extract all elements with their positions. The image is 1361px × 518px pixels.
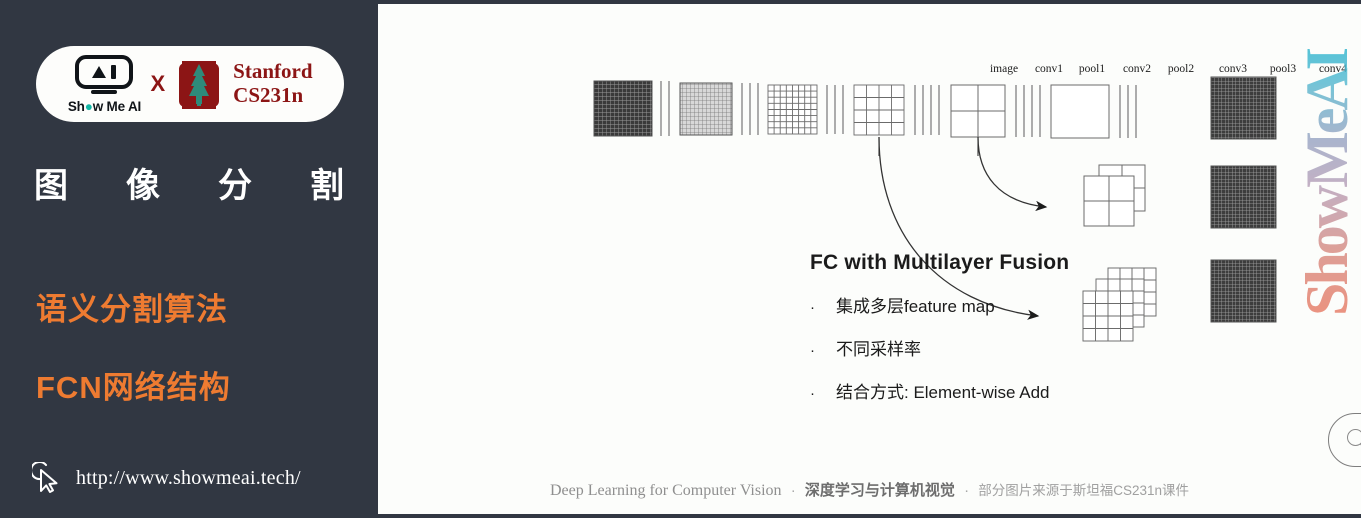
bullet-text: 不同采样率: [836, 340, 921, 359]
slide-root: Sh●w Me AI X Stanford CS231n 图 像 分 割 语义分…: [0, 0, 1361, 518]
layer-label-pool2: pool2: [1167, 63, 1195, 75]
footer-sep-1: ·: [790, 482, 796, 499]
website-url-label: http://www.showmeai.tech/: [76, 466, 301, 489]
showmeai-mark-icon: [75, 54, 134, 94]
stanford-line1: Stanford: [233, 59, 313, 84]
title-char-1: 像: [126, 167, 160, 205]
bullet-text: 集成多层feature map: [836, 297, 995, 316]
bullet-marker: ·: [810, 299, 815, 316]
page-title: 图 像 分 割: [34, 158, 344, 207]
layer-label-pool3: pool3: [1269, 63, 1297, 75]
bullet-text: 结合方式: Element-wise Add: [836, 383, 1050, 402]
layer-label-conv4: conv4: [1318, 63, 1348, 75]
cursor-icon: [29, 460, 62, 494]
stand-icon: [91, 89, 118, 94]
subtitle-secondary: FCN网络结构: [36, 370, 231, 405]
layer-label-conv1: conv1: [1034, 63, 1064, 75]
title-char-0: 图: [34, 167, 68, 205]
sidebar: Sh●w Me AI X Stanford CS231n 图 像 分 割 语义分…: [0, 0, 378, 518]
stanford-label: Stanford CS231n: [233, 60, 312, 107]
layer-label-conv2: conv2: [1122, 63, 1152, 75]
showmeai-logo-label: Sh●w Me AI: [67, 98, 142, 114]
footer-chinese-small: 部分图片来源于斯坦福CS231n课件: [978, 483, 1190, 498]
list-item: · 不同采样率: [810, 335, 1050, 360]
layer-label-image: image: [989, 63, 1019, 75]
bar-icon: [111, 64, 117, 79]
title-char-2: 分: [218, 167, 252, 205]
website-url-row[interactable]: http://www.showmeai.tech/: [29, 460, 301, 494]
bullet-list: · 集成多层feature map · 不同采样率 · 结合方式: Elemen…: [810, 292, 1050, 421]
layer-label-conv3: conv3: [1218, 63, 1248, 75]
bullet-marker: ·: [810, 342, 815, 359]
stanford-tree-icon: [174, 57, 224, 111]
caret-icon: [92, 65, 107, 78]
title-char-3: 割: [310, 167, 344, 205]
body-title: FC with Multilayer Fusion: [810, 251, 1070, 274]
list-item: · 结合方式: Element-wise Add: [810, 378, 1050, 403]
content-panel: image conv1 pool1 conv2 pool2 conv3 pool…: [378, 0, 1361, 518]
badge-x-label: X: [150, 71, 166, 96]
layer-label-pool1: pool1: [1078, 63, 1106, 75]
bullet-marker: ·: [810, 385, 815, 402]
footer-chinese-bold: 深度学习与计算机视觉: [804, 482, 955, 499]
footer-english: Deep Learning for Computer Vision: [549, 482, 782, 499]
footer-sep-2: ·: [964, 482, 970, 499]
subtitle-primary: 语义分割算法: [36, 292, 228, 327]
footer: Deep Learning for Computer Vision · 深度学习…: [378, 479, 1361, 500]
list-item: · 集成多层feature map: [810, 292, 1050, 317]
logo-badge: Sh●w Me AI X Stanford CS231n: [36, 46, 344, 122]
showmeai-logo: Sh●w Me AI: [67, 54, 142, 114]
search-icon: [1347, 428, 1361, 452]
stanford-line2: CS231n: [233, 83, 304, 107]
search-input[interactable]: 搜索 | 微信 ShowMeAI 研究中心: [1328, 413, 1361, 467]
